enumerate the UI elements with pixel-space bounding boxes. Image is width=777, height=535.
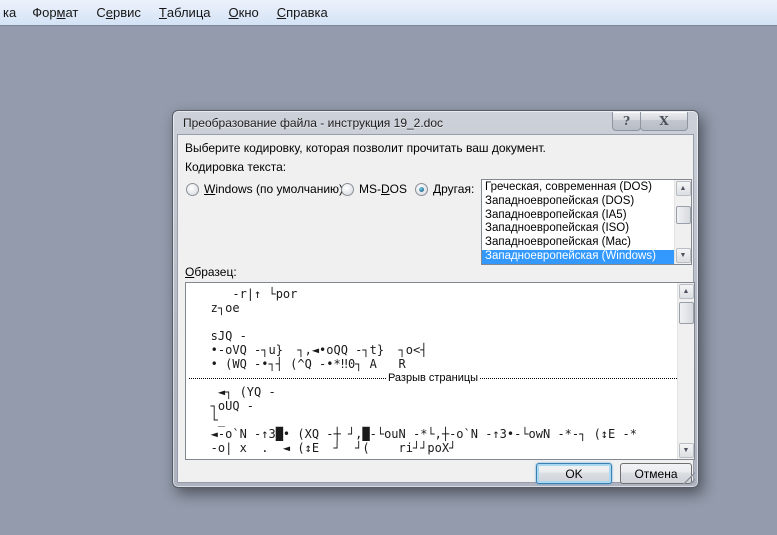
radio-label: Другая:: [433, 182, 475, 196]
menu-bar: ка Фор м ат Се рвис Таблица Окно Справка: [0, 0, 777, 26]
page-break-marker: Разрыв страницы: [189, 371, 677, 385]
preview-scrollbar: ▲ ▼: [677, 283, 694, 459]
menu-label: Фор: [32, 5, 57, 20]
radio-circle-icon: [415, 182, 428, 196]
caption-buttons: ? X: [612, 112, 688, 131]
encoding-section-label: Кодировка текста:: [185, 160, 287, 174]
menu-label: ка: [3, 5, 17, 20]
radio-label: Windows (по умолчанию): [204, 182, 344, 196]
preview-line: [189, 315, 677, 329]
arrow-up-icon: ▲: [679, 185, 687, 192]
encoding-option[interactable]: Западноевропейская (Mac): [482, 236, 674, 250]
arrow-up-icon: ▲: [682, 288, 690, 295]
help-button[interactable]: ?: [612, 112, 641, 131]
preview-line: •-oVQ -┐u} ┐,◄•oQQ -┐t} ┐o<┤: [189, 343, 428, 357]
menu-item-window[interactable]: Окно: [220, 0, 268, 25]
cancel-button[interactable]: Отмена: [620, 463, 692, 484]
preview-line: sJQ -: [189, 329, 247, 343]
radio-label: MS-DOS: [359, 182, 408, 196]
menu-label: С: [96, 5, 106, 20]
listbox-scrollbar: ▲ ▼: [674, 180, 691, 264]
scrollbar-thumb[interactable]: [675, 206, 691, 224]
sample-preview-text: -r|↑ └por z┐oe sJQ - •-oVQ -┐u} ┐,◄•oQQ …: [186, 283, 677, 459]
menu-item-format[interactable]: Фор м ат: [23, 0, 87, 25]
menu-item-service[interactable]: Се рвис: [87, 0, 150, 25]
preview-line: ◄-o`N -↑3█• (XQ -┼ ┘,█-└ouN -*└,┼-o`N -↑…: [189, 427, 637, 441]
preview-line: ◄┐ (YQ -: [189, 385, 276, 399]
preview-line: -r|↑ └por: [189, 287, 298, 301]
preview-line: z┐oe: [189, 301, 240, 315]
encoding-option[interactable]: Западноевропейская (ISO): [482, 222, 674, 236]
close-icon: X: [659, 114, 669, 128]
scroll-down-button[interactable]: ▼: [675, 248, 691, 263]
radio-msdos[interactable]: MS-DOS: [341, 182, 407, 196]
menu-item-table[interactable]: Таблица: [150, 0, 220, 25]
radio-windows-default[interactable]: Windows (по умолчанию): [186, 182, 343, 196]
sample-preview-box: -r|↑ └por z┐oe sJQ - •-oVQ -┐u} ┐,◄•oQQ …: [185, 282, 695, 460]
arrow-down-icon: ▼: [682, 447, 690, 454]
radio-other-encoding[interactable]: Другая:: [415, 182, 474, 196]
encoding-listbox: Греческая, современная (DOS) Западноевро…: [481, 179, 692, 265]
page-break-dots: [189, 377, 386, 379]
sample-section-label: Образец:: [185, 265, 237, 279]
arrow-down-icon: ▼: [679, 252, 687, 259]
help-icon: ?: [622, 114, 631, 128]
dialog-content: Выберите кодировку, которая позволит про…: [177, 134, 695, 484]
radio-circle-icon: [341, 182, 354, 196]
preview-line: -o| x . ◄ (↕E ┘ ┘( ri┘┘poX┘: [189, 441, 457, 455]
page-break-dots: [480, 377, 677, 379]
encoding-list: Греческая, современная (DOS) Западноевро…: [482, 180, 674, 264]
page-break-label: Разрыв страницы: [387, 372, 479, 384]
encoding-option-selected[interactable]: Западноевропейская (Windows): [482, 249, 674, 264]
ok-button[interactable]: OK: [536, 463, 612, 484]
scrollbar-thumb[interactable]: [678, 302, 694, 324]
encoding-option[interactable]: Западноевропейская (IA5): [482, 209, 674, 223]
scroll-down-button[interactable]: ▼: [678, 443, 694, 458]
preview-line: ┐oUQ -: [189, 399, 255, 413]
scroll-up-button[interactable]: ▲: [675, 181, 691, 196]
encoding-option[interactable]: Греческая, современная (DOS): [482, 181, 674, 195]
menu-item-partial[interactable]: ка: [0, 0, 23, 25]
preview-line: • (WQ -•┐┤ (^Q -•*‼0┐ A R: [189, 357, 406, 371]
close-button[interactable]: X: [640, 112, 688, 131]
instruction-text: Выберите кодировку, которая позволит про…: [185, 141, 546, 155]
encoding-option[interactable]: Западноевропейская (DOS): [482, 195, 674, 209]
menu-item-help[interactable]: Справка: [268, 0, 337, 25]
dialog-title: Преобразование файла - инструкция 19_2.d…: [183, 115, 444, 130]
file-conversion-dialog: Преобразование файла - инструкция 19_2.d…: [172, 110, 699, 488]
radio-circle-icon: [186, 182, 199, 196]
preview-line: └_: [189, 413, 226, 427]
scroll-up-button[interactable]: ▲: [678, 284, 694, 299]
